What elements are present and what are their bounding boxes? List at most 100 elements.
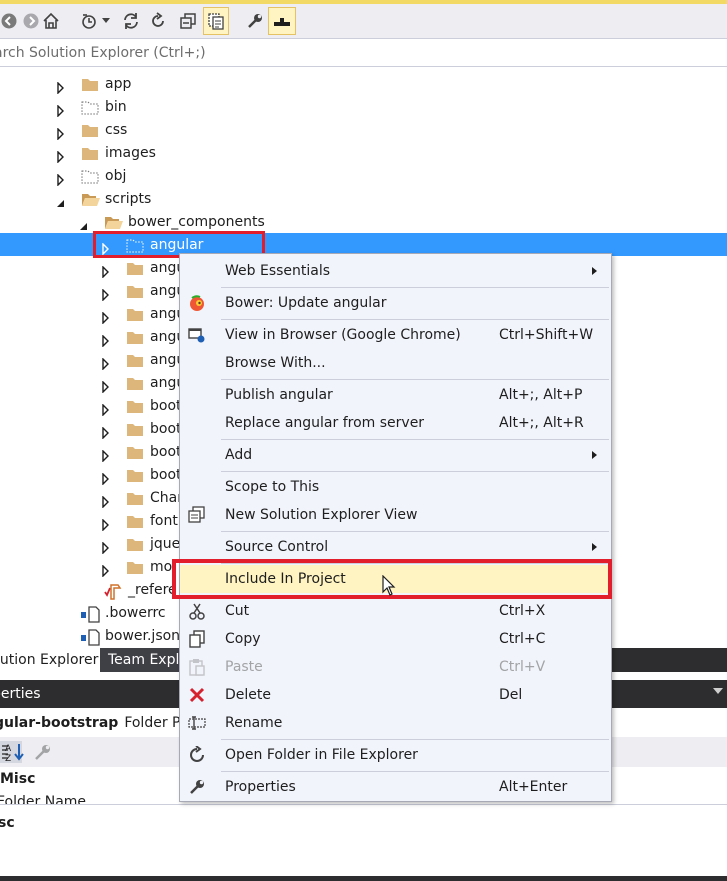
collapsed-arrow-icon[interactable] (101, 286, 111, 302)
collapsed-arrow-icon[interactable] (101, 263, 111, 279)
tree-item-label: app (105, 76, 132, 92)
menu-separator (221, 319, 609, 320)
scissors-icon (188, 602, 206, 620)
copy-icon (188, 630, 206, 648)
menu-separator (221, 379, 609, 380)
collapsed-arrow-icon[interactable] (101, 355, 111, 371)
submenu-arrow-icon (592, 267, 597, 275)
refresh-icon[interactable] (145, 7, 171, 35)
dropdown-chevron-icon[interactable] (98, 7, 114, 35)
tree-item-label: .bowerrc (105, 605, 166, 621)
submenu-arrow-icon (592, 451, 597, 459)
tree-item-label: boot (150, 444, 182, 460)
tree-item-label: bower.json (105, 628, 181, 644)
collapsed-arrow-icon[interactable] (101, 562, 111, 578)
expanded-arrow-icon[interactable] (79, 217, 89, 230)
tree-item-label: jque (150, 536, 181, 552)
tree-item-label: scripts (105, 191, 152, 207)
chevron-down-icon[interactable] (713, 688, 723, 694)
expanded-arrow-icon[interactable] (56, 194, 66, 207)
property-pages-wrench-icon[interactable] (32, 741, 54, 763)
tab-team-explorer[interactable]: Team Exple (100, 648, 180, 672)
menu-item-cut[interactable]: Cut Ctrl+X (180, 597, 611, 625)
properties-description-title: sc (0, 815, 15, 831)
menu-item-new-solution-explorer-view[interactable]: New Solution Explorer View (180, 501, 611, 529)
menu-item-open-folder[interactable]: Open Folder in File Explorer (180, 741, 611, 769)
menu-item-copy[interactable]: Copy Ctrl+C (180, 625, 611, 653)
menu-item-paste[interactable]: Paste Ctrl+V (180, 653, 611, 681)
collapsed-arrow-icon[interactable] (101, 424, 111, 440)
bottom-bar (0, 876, 727, 881)
collapsed-arrow-icon[interactable] (56, 79, 66, 95)
collapsed-arrow-icon[interactable] (101, 332, 111, 348)
tree-item-label: font (150, 513, 178, 529)
new-view-icon (188, 506, 206, 524)
solution-explorer-toolbar (0, 4, 727, 39)
wrench-icon (188, 778, 206, 796)
preview-selected-items-icon[interactable] (268, 7, 296, 35)
menu-item-scope-to-this[interactable]: Scope to This (180, 473, 611, 501)
menu-item-view-in-browser[interactable]: View in Browser (Google Chrome) Ctrl+Shi… (180, 321, 611, 349)
collapsed-arrow-icon[interactable] (101, 470, 111, 486)
menu-item-rename[interactable]: Rename (180, 709, 611, 737)
tree-item[interactable]: images (0, 142, 727, 165)
menu-item-bower-update[interactable]: Bower: Update angular (180, 289, 611, 317)
collapsed-arrow-icon[interactable] (101, 378, 111, 394)
collapsed-arrow-icon[interactable] (101, 516, 111, 532)
menu-separator (221, 771, 609, 772)
rename-icon (188, 714, 206, 732)
tree-item[interactable]: bin (0, 96, 727, 119)
menu-item-source-control[interactable]: Source Control (180, 533, 611, 561)
collapsed-arrow-icon[interactable] (101, 401, 111, 417)
view-in-browser-icon (188, 326, 206, 344)
menu-separator (221, 287, 609, 288)
svg-text:A: A (5, 744, 12, 754)
menu-item-publish[interactable]: Publish angular Alt+;, Alt+P (180, 381, 611, 409)
properties-divider (0, 804, 727, 805)
menu-item-add[interactable]: Add (180, 441, 611, 469)
menu-separator (221, 439, 609, 440)
tree-item-label: boot (150, 421, 182, 437)
properties-object-name: gular-bootstrap (0, 715, 119, 731)
tree-item[interactable]: app (0, 73, 727, 96)
menu-item-delete[interactable]: Delete Del (180, 681, 611, 709)
collapsed-arrow-icon[interactable] (56, 171, 66, 187)
context-menu: Web Essentials Bower: Update angular Vie… (179, 253, 612, 802)
menu-item-web-essentials[interactable]: Web Essentials (180, 257, 611, 285)
delete-x-icon (188, 686, 206, 704)
open-folder-arrow-icon (188, 746, 206, 764)
collapsed-arrow-icon[interactable] (101, 447, 111, 463)
collapse-all-icon[interactable] (175, 7, 201, 35)
menu-item-replace-from-server[interactable]: Replace angular from server Alt+;, Alt+R (180, 409, 611, 437)
menu-separator (221, 531, 609, 532)
tree-item-label: boot (150, 398, 182, 414)
tab-solution-explorer[interactable]: lution Explorer (0, 648, 100, 672)
menu-item-browse-with[interactable]: Browse With... (180, 349, 611, 377)
submenu-arrow-icon (592, 543, 597, 551)
menu-separator (221, 739, 609, 740)
tree-item-label: images (105, 145, 156, 161)
show-all-files-icon[interactable] (203, 7, 229, 35)
tree-item[interactable]: obj (0, 165, 727, 188)
home-icon[interactable] (38, 7, 64, 35)
collapsed-arrow-icon[interactable] (56, 102, 66, 118)
tree-item-label: css (105, 122, 128, 138)
tree-item-label: obj (105, 168, 127, 184)
tree-item-label: mo (150, 559, 173, 575)
svg-text:Z: Z (5, 754, 11, 763)
alphabetical-sort-icon[interactable]: AZ (4, 741, 26, 764)
menu-item-properties[interactable]: Properties Alt+Enter (180, 773, 611, 801)
sync-icon[interactable] (118, 7, 144, 35)
collapsed-arrow-icon[interactable] (101, 493, 111, 509)
tree-item[interactable]: css (0, 119, 727, 142)
tree-item-label: bin (105, 99, 127, 115)
menu-separator (221, 471, 609, 472)
collapsed-arrow-icon[interactable] (101, 539, 111, 555)
search-solution-explorer-input[interactable]: arch Solution Explorer (Ctrl+;) (0, 39, 727, 67)
collapsed-arrow-icon[interactable] (56, 125, 66, 141)
properties-wrench-icon[interactable] (242, 7, 268, 35)
tree-item[interactable]: scripts (0, 188, 727, 211)
bower-icon (188, 294, 206, 312)
collapsed-arrow-icon[interactable] (101, 309, 111, 325)
collapsed-arrow-icon[interactable] (56, 148, 66, 164)
